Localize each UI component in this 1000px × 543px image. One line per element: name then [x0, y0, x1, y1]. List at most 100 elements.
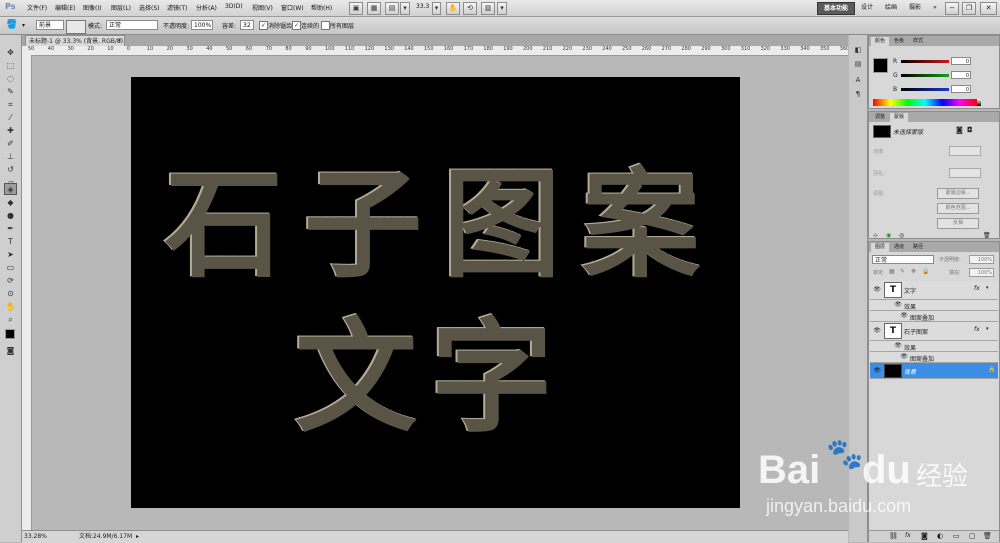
shape-tool-icon[interactable]: ▭ [4, 262, 17, 273]
delete-mask-icon[interactable]: 🗑 [983, 232, 991, 239]
menu-filter[interactable]: 滤镜(T) [167, 3, 187, 12]
density-field[interactable] [949, 146, 981, 156]
layer-name[interactable]: 石子图案 [904, 327, 928, 336]
navigator-panel-icon[interactable]: ◧ [852, 45, 864, 56]
histogram-panel-icon[interactable]: ▤ [852, 59, 864, 70]
green-value[interactable]: 0 [951, 71, 971, 79]
tab-adjustments[interactable]: 调整 [871, 113, 889, 122]
link-layers-icon[interactable]: ⛓ [889, 532, 898, 540]
document-canvas[interactable]: 石 子 图 案 文 字 [131, 77, 740, 508]
document-tab[interactable]: 未标题-1 @ 33.3% (背景, RGB/8) * [25, 35, 125, 56]
zoom-dropdown-icon[interactable]: ▾ [432, 2, 441, 15]
menu-window[interactable]: 窗口(W) [281, 3, 304, 12]
workspace-essentials[interactable]: 基本功能 [817, 2, 855, 15]
fill-input[interactable]: 100% [969, 268, 994, 277]
clone-stamp-tool-icon[interactable]: ⊥ [4, 151, 17, 162]
lock-pixels-icon[interactable]: ✎ [900, 268, 908, 275]
lasso-tool-icon[interactable]: ◌ [4, 73, 17, 84]
eye-icon[interactable]: 👁 [900, 353, 908, 361]
zoom-tool-icon[interactable]: ⌕ [4, 314, 17, 325]
status-zoom[interactable]: 33.28% [24, 531, 47, 543]
crop-tool-icon[interactable]: ⌗ [4, 99, 17, 110]
color-spectrum-bar[interactable] [873, 99, 977, 106]
add-style-icon[interactable]: fx [905, 532, 911, 539]
menu-layer[interactable]: 图层(L) [111, 3, 131, 12]
workspace-photography[interactable]: 摄影 [906, 2, 924, 13]
tab-paths[interactable]: 路径 [909, 243, 927, 252]
close-icon[interactable]: ✕ [980, 2, 997, 15]
delete-layer-icon[interactable]: 🗑 [983, 532, 992, 540]
add-mask-icon[interactable]: ◙ [921, 532, 928, 540]
fx-icon[interactable]: fx [974, 285, 980, 292]
hand-icon[interactable]: ✋ [446, 2, 460, 15]
foreground-color-swatch[interactable] [5, 329, 15, 339]
expand-effects-icon[interactable]: ▾ [986, 326, 989, 332]
workspace-more-button[interactable]: » [930, 2, 940, 13]
mode-select[interactable]: 正常 [106, 20, 158, 30]
menu-3d[interactable]: 3D(D) [225, 3, 243, 10]
effect-row[interactable]: 👁 图案叠加 [870, 311, 998, 322]
hand-tool-icon[interactable]: ✋ [4, 301, 17, 312]
type-tool-icon[interactable]: T [4, 236, 17, 247]
eye-icon[interactable]: 👁 [873, 327, 881, 335]
lock-all-icon[interactable]: 🔒 [922, 268, 930, 275]
paragraph-panel-icon[interactable]: ¶ [852, 89, 864, 100]
color-foreground-swatch[interactable] [873, 58, 888, 73]
tab-swatches[interactable]: 色板 [890, 37, 908, 46]
tool-preset-dropdown-icon[interactable]: ▾ [22, 20, 28, 31]
3d-rotate-tool-icon[interactable]: ⟳ [4, 275, 17, 286]
eye-icon[interactable]: 👁 [894, 301, 902, 309]
character-panel-icon[interactable]: A [852, 75, 864, 86]
contiguous-checkbox[interactable]: ✓ [292, 21, 301, 30]
move-tool-icon[interactable]: ✥ [4, 47, 17, 58]
extras-dropdown-icon[interactable]: ▾ [400, 2, 410, 15]
load-selection-icon[interactable]: ⊹ [873, 232, 881, 239]
vector-mask-icon[interactable]: ◘ [967, 126, 975, 134]
blend-mode-select[interactable]: 正常 [872, 255, 934, 264]
menu-file[interactable]: 文件(F) [27, 3, 47, 12]
layer-name[interactable]: 文字 [904, 286, 916, 295]
workspace-design[interactable]: 设计 [858, 2, 876, 13]
blur-tool-icon[interactable]: ◆ [4, 197, 17, 208]
workspace-painting[interactable]: 绘画 [882, 2, 900, 13]
effects-row[interactable]: 👁 效果 [870, 341, 998, 352]
history-brush-tool-icon[interactable]: ↺ [4, 164, 17, 175]
extras-icon[interactable]: ▤ [385, 2, 399, 15]
menu-view[interactable]: 视图(V) [252, 3, 273, 12]
tab-color[interactable]: 颜色 [871, 37, 889, 46]
mini-bridge-icon[interactable]: ▦ [367, 2, 381, 15]
blue-value[interactable]: 0 [951, 85, 971, 93]
adjustment-layer-icon[interactable]: ◐ [937, 532, 943, 540]
antialias-checkbox[interactable]: ✓ [259, 21, 268, 30]
color-range-button[interactable]: 颜色范围... [937, 203, 979, 214]
layer-name[interactable]: 背景 [904, 367, 916, 376]
disable-mask-icon[interactable]: ◎ [899, 232, 907, 239]
new-layer-icon[interactable]: ▢ [969, 532, 976, 540]
bridge-icon[interactable]: ▣ [349, 2, 363, 15]
tab-styles[interactable]: 样式 [909, 37, 927, 46]
status-arrow-icon[interactable]: ▸ [136, 533, 143, 541]
eye-icon[interactable]: 👁 [900, 312, 908, 320]
green-slider[interactable] [901, 74, 949, 77]
brush-tool-icon[interactable]: ✐ [4, 138, 17, 149]
path-select-tool-icon[interactable]: ➤ [4, 249, 17, 260]
restore-icon[interactable]: ❐ [962, 2, 976, 15]
menu-help[interactable]: 帮助(H) [311, 3, 332, 12]
effects-row[interactable]: 👁 效果 [870, 300, 998, 311]
healing-brush-tool-icon[interactable]: ✚ [4, 125, 17, 136]
rotate-view-icon[interactable]: ⟲ [463, 2, 477, 15]
lock-transparent-icon[interactable]: ▦ [889, 268, 897, 275]
eye-icon[interactable]: 👁 [894, 342, 902, 350]
pattern-swatch[interactable] [66, 20, 86, 34]
ruler-horizontal[interactable]: 50 40 30 20 10 0 10 20 30 40 50 60 70 80 90 100 110 120 13… [22, 46, 848, 56]
pixel-mask-icon[interactable]: ◙ [956, 126, 964, 134]
fill-source-select[interactable]: 前景 [36, 20, 64, 30]
tab-masks[interactable]: 蒙版 [890, 113, 908, 122]
eyedropper-tool-icon[interactable]: ⁄ [4, 112, 17, 123]
menu-edit[interactable]: 编辑(E) [55, 3, 75, 12]
dodge-tool-icon[interactable]: ● [4, 210, 17, 221]
grayscale-bar[interactable] [977, 99, 981, 106]
arrange-docs-icon[interactable]: ▥ [481, 2, 495, 15]
expand-effects-icon[interactable]: ▾ [986, 285, 989, 291]
opacity-input[interactable]: 100% [191, 20, 213, 30]
